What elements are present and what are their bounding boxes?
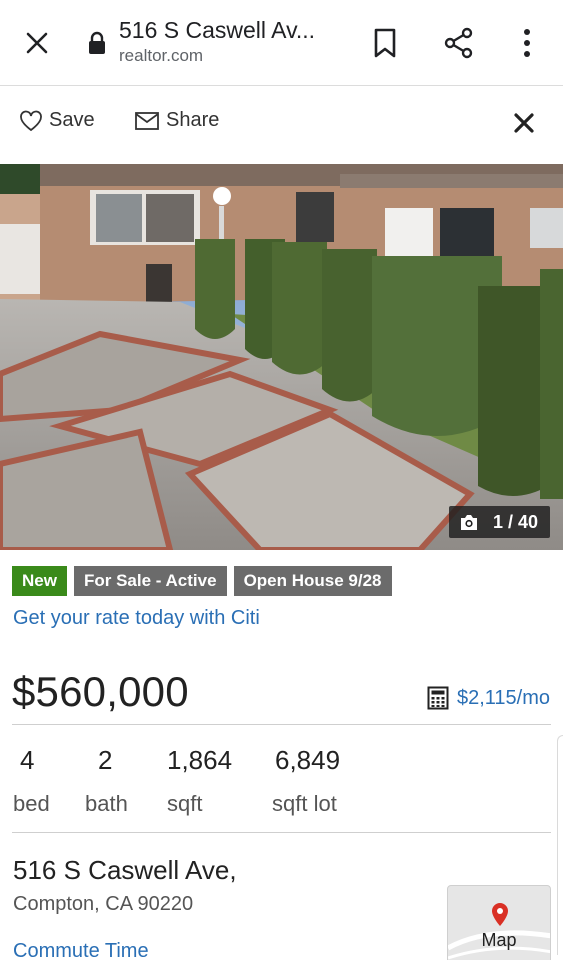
monthly-payment: $2,115/mo xyxy=(456,686,550,709)
close-tab-button[interactable] xyxy=(18,24,56,62)
photo-counter[interactable]: 1 / 40 xyxy=(448,506,550,538)
stat-lot-label: sqft lot xyxy=(272,791,337,816)
listing-address: 516 S Caswell Ave, xyxy=(13,855,237,885)
share-icon xyxy=(444,27,473,59)
more-options-button[interactable] xyxy=(510,24,544,62)
stat-baths-label: bath xyxy=(85,791,128,816)
stat-sqft-label: sqft xyxy=(167,791,203,816)
stat-lot-label-wrap: sqft lot xyxy=(272,785,337,817)
photo-counter-text: 1 / 40 xyxy=(492,511,538,532)
badge-open-house[interactable]: Open House 9/28 xyxy=(233,566,392,596)
stat-baths: 2 xyxy=(98,745,112,776)
stat-beds-label-wrap: bed xyxy=(13,785,50,817)
listing-city: Compton, CA 90220 xyxy=(13,893,194,915)
bookmark-button[interactable] xyxy=(368,24,402,62)
page-url: realtor.com xyxy=(119,46,204,65)
listing-actions-bar: Save Share xyxy=(0,87,563,164)
heart-icon xyxy=(20,110,42,131)
bookmark-icon xyxy=(374,28,396,58)
stat-sqft-label-wrap: sqft xyxy=(167,785,202,817)
browser-toolbar: 516 S Caswell Av... realtor.com xyxy=(0,0,563,86)
map-button[interactable]: Map xyxy=(447,885,551,960)
listing-photo[interactable]: 1 / 40 xyxy=(0,164,563,550)
calculator-icon xyxy=(427,686,449,710)
listing-badges: New For Sale - Active Open House 9/28 xyxy=(12,566,392,596)
stat-sqft-value: 1,864 xyxy=(167,745,233,775)
close-icon xyxy=(514,113,534,133)
house-photo-image xyxy=(0,164,563,550)
divider xyxy=(12,832,551,833)
page-title: 516 S Caswell Av... xyxy=(119,17,316,43)
stat-lot: 6,849 xyxy=(275,745,340,776)
lock-icon xyxy=(86,30,108,56)
badge-status: For Sale - Active xyxy=(73,566,227,596)
share-label: Share xyxy=(166,109,220,131)
stat-beds-value: 4 xyxy=(20,745,35,775)
commute-time-link[interactable]: Commute Time xyxy=(13,940,149,960)
mail-icon xyxy=(135,111,159,130)
side-panel-edge xyxy=(557,735,563,955)
stat-lot-value: 6,849 xyxy=(275,745,341,775)
badge-new: New xyxy=(12,566,67,596)
stat-baths-value: 2 xyxy=(98,745,113,775)
map-label: Map xyxy=(481,930,517,950)
mortgage-estimate-link[interactable]: $2,115/mo xyxy=(427,686,550,710)
stat-sqft: 1,864 xyxy=(167,745,232,776)
share-listing-button[interactable]: Share xyxy=(134,109,219,132)
save-button[interactable]: Save xyxy=(19,109,95,132)
stat-beds-label: bed xyxy=(13,791,50,816)
listing-price: $560,000 xyxy=(12,668,189,715)
divider xyxy=(12,724,551,725)
share-button[interactable] xyxy=(440,24,478,62)
citi-rate-link[interactable]: Get your rate today with Citi xyxy=(13,607,260,630)
stat-beds: 4 xyxy=(20,745,34,776)
page-address[interactable]: 516 S Caswell Av... realtor.com xyxy=(119,16,349,68)
close-listing-button[interactable] xyxy=(513,112,539,138)
map-pin-icon xyxy=(492,903,508,926)
save-label: Save xyxy=(49,109,95,131)
stat-baths-label-wrap: bath xyxy=(85,785,128,817)
close-icon xyxy=(26,32,48,54)
more-vert-icon xyxy=(524,29,530,57)
camera-icon xyxy=(460,514,477,530)
